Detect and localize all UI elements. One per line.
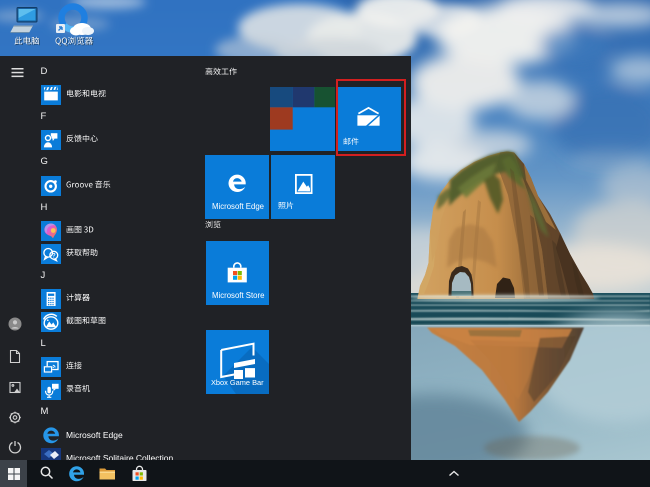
- svg-text:?: ?: [52, 253, 56, 259]
